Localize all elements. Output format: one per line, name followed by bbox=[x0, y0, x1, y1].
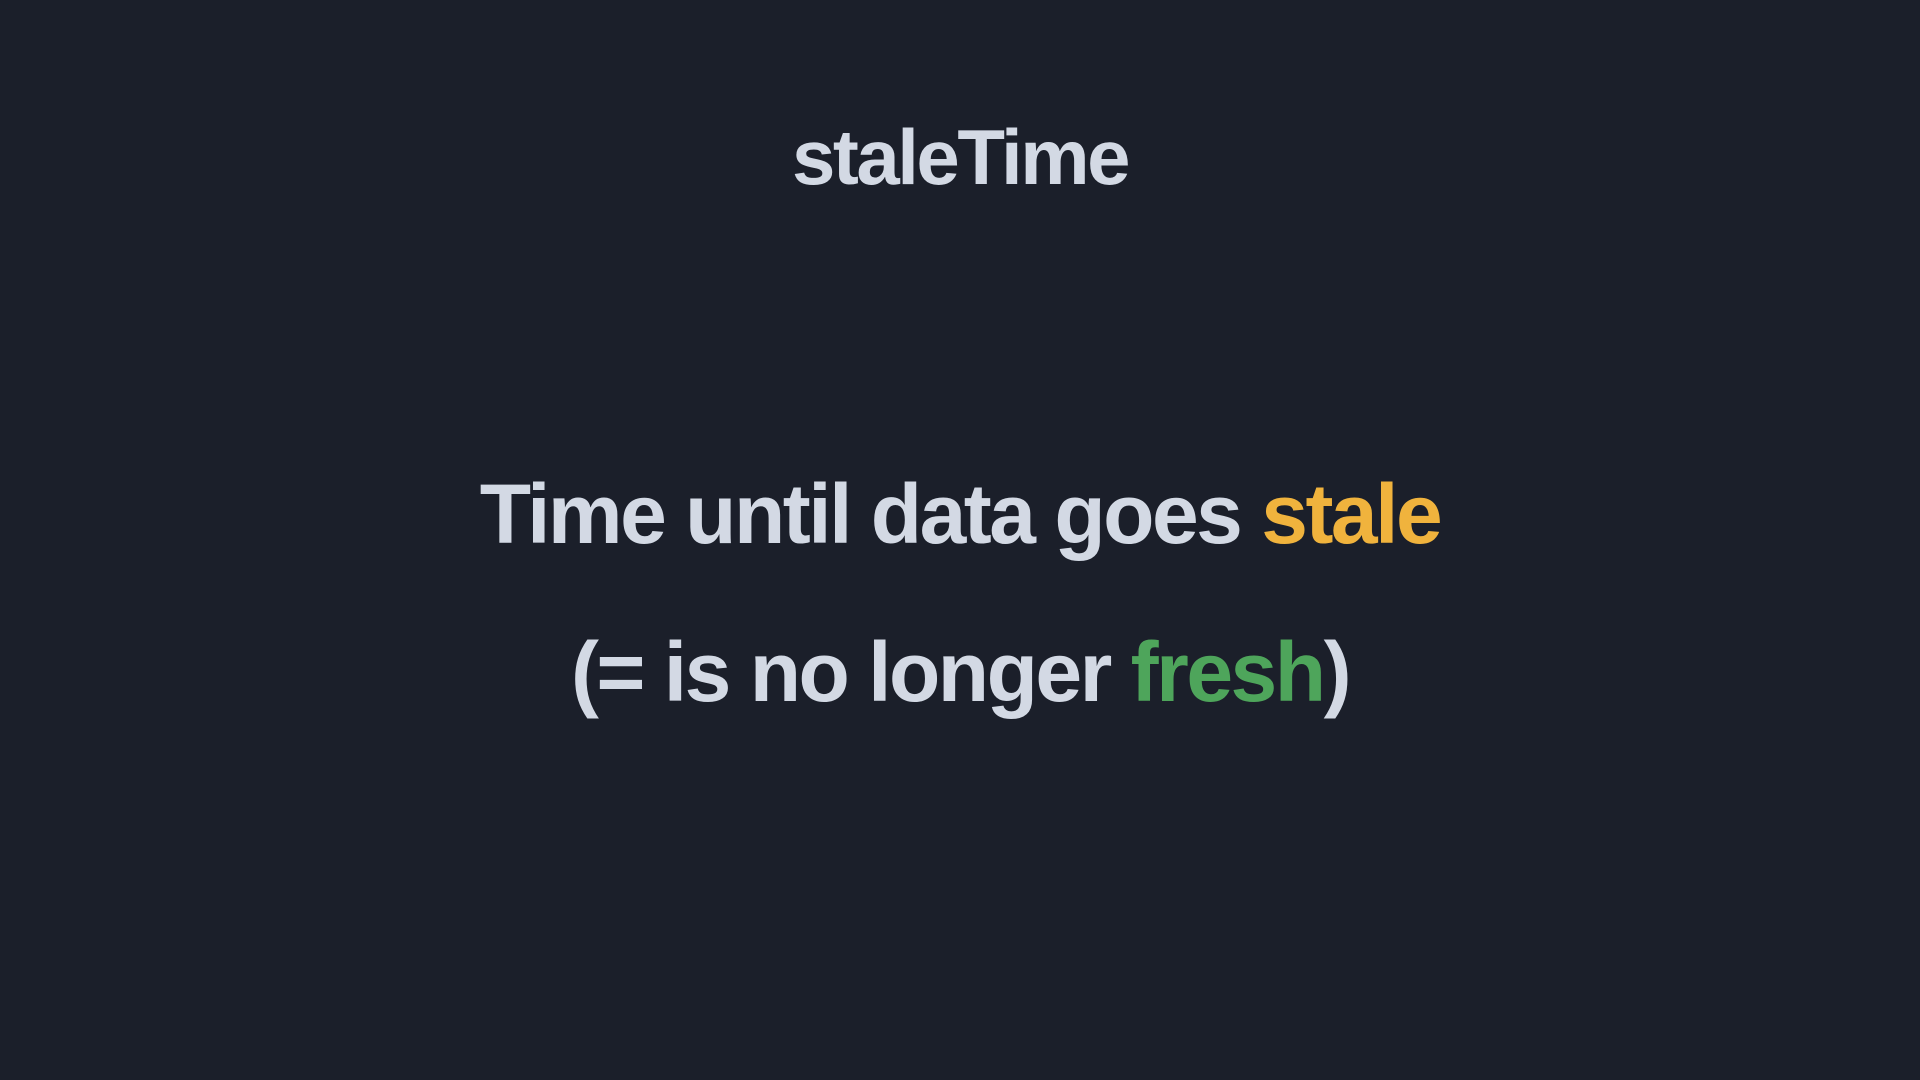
definition-line: Time until data goes stale bbox=[0, 466, 1920, 562]
fresh-highlight: fresh bbox=[1130, 625, 1326, 719]
explanation-text: (= is no longer bbox=[570, 625, 1131, 719]
stale-highlight: stale bbox=[1261, 467, 1442, 561]
definition-text: Time until data goes bbox=[479, 467, 1262, 561]
slide: staleTime Time until data goes stale (= … bbox=[0, 0, 1920, 1080]
slide-title: staleTime bbox=[792, 113, 1130, 201]
closing-paren: ) bbox=[1323, 625, 1352, 719]
explanation-line: (= is no longer fresh) bbox=[0, 624, 1920, 720]
